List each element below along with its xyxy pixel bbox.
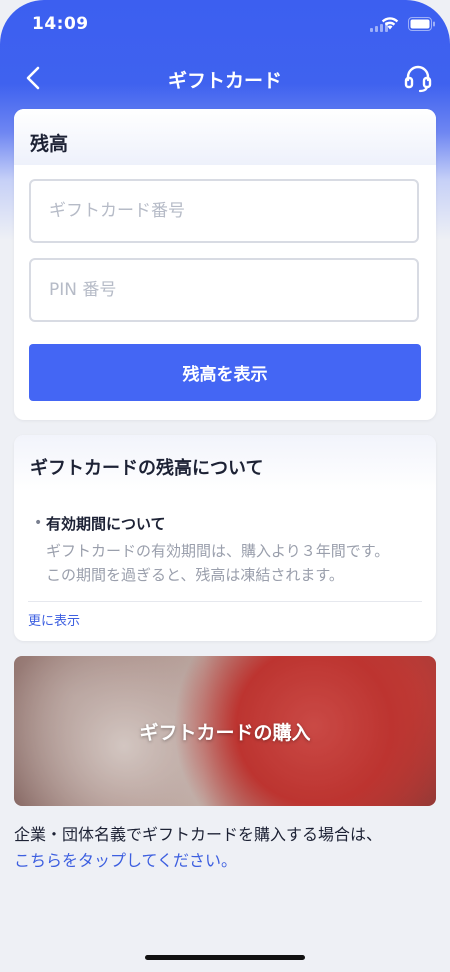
app-screen: 14:09 ギフトカード 残高 ギフトカード番号 PIN 番号 残高を表示 ギフ… [0,0,450,972]
validity-description-line-2: この期間を過ぎると、残高は凍結されます。 [46,566,344,584]
validity-description-line-1: ギフトカードの有効期間は、購入より３年間です。 [46,542,390,560]
balance-info-card: ギフトカードの残高について • 有効期間について ギフトカードの有効期間は、購入… [14,435,436,641]
bullet-icon: • [34,515,43,531]
balance-info-title: ギフトカードの残高について [30,458,264,479]
headset-icon[interactable] [402,62,434,94]
purchase-banner-title: ギフトカードの購入 [139,722,311,744]
status-bar: 14:09 [0,0,450,50]
corporate-purchase-text: 企業・団体名義でギフトカードを購入する場合は、 [14,825,383,844]
purchase-gift-card-banner[interactable]: ギフトカードの購入 [14,656,436,806]
navigation-bar: ギフトカード [0,56,450,100]
show-more-link[interactable]: 更に表示 [28,610,80,629]
status-time: 14:09 [32,14,89,34]
home-indicator [145,955,305,960]
gift-card-number-input[interactable] [29,179,419,243]
battery-icon [408,17,435,31]
balance-card-header [14,109,436,165]
wifi-icon [381,17,399,30]
corporate-purchase-note: 企業・団体名義でギフトカードを購入する場合は、 こちらをタップしてください。 [14,822,382,874]
show-balance-button[interactable]: 残高を表示 [29,344,421,401]
corporate-purchase-link[interactable]: こちらをタップしてください。 [14,848,382,874]
pin-input[interactable] [29,258,419,322]
validity-description: ギフトカードの有効期間は、購入より３年間です。 この期間を過ぎると、残高は凍結さ… [46,539,416,587]
balance-title: 残高 [30,133,69,155]
validity-heading: 有効期間について [46,515,166,533]
divider [28,601,422,602]
balance-card: 残高 残高を表示 [14,109,436,420]
page-title: ギフトカード [167,70,282,92]
